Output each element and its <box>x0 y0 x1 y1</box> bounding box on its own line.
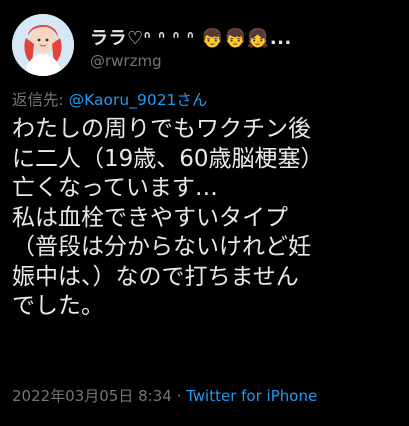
author-handle[interactable]: @rwrzmg <box>90 52 162 70</box>
tweet-timestamp[interactable]: 2022年03月05日 8:34 · <box>12 387 186 405</box>
tweet-header: ララ♡ᐢ ᐢ ᐢ ᐢ 👦👦👧... @rwrzmg <box>12 14 397 76</box>
tweet-meta: 2022年03月05日 8:34 · Twitter for iPhone <box>12 385 317 406</box>
tweet-text: わたしの周りでもワクチン後 に二人（19歳、60歳脳梗塞） 亡くなっています… … <box>12 116 324 319</box>
avatar[interactable] <box>12 14 74 76</box>
tweet-card: ララ♡ᐢ ᐢ ᐢ ᐢ 👦👦👧... @rwrzmg 返信先: @Kaoru_90… <box>0 0 409 426</box>
reply-prefix: 返信先: <box>12 91 69 109</box>
reply-mention-link[interactable]: @Kaoru_9021さん <box>69 91 208 109</box>
tweet-source-link[interactable]: Twitter for iPhone <box>186 387 317 405</box>
reply-to-line: 返信先: @Kaoru_9021さん <box>12 88 207 110</box>
author-display-name[interactable]: ララ♡ᐢ ᐢ ᐢ ᐢ 👦👦👧... <box>90 24 292 50</box>
avatar-icon <box>12 14 74 76</box>
